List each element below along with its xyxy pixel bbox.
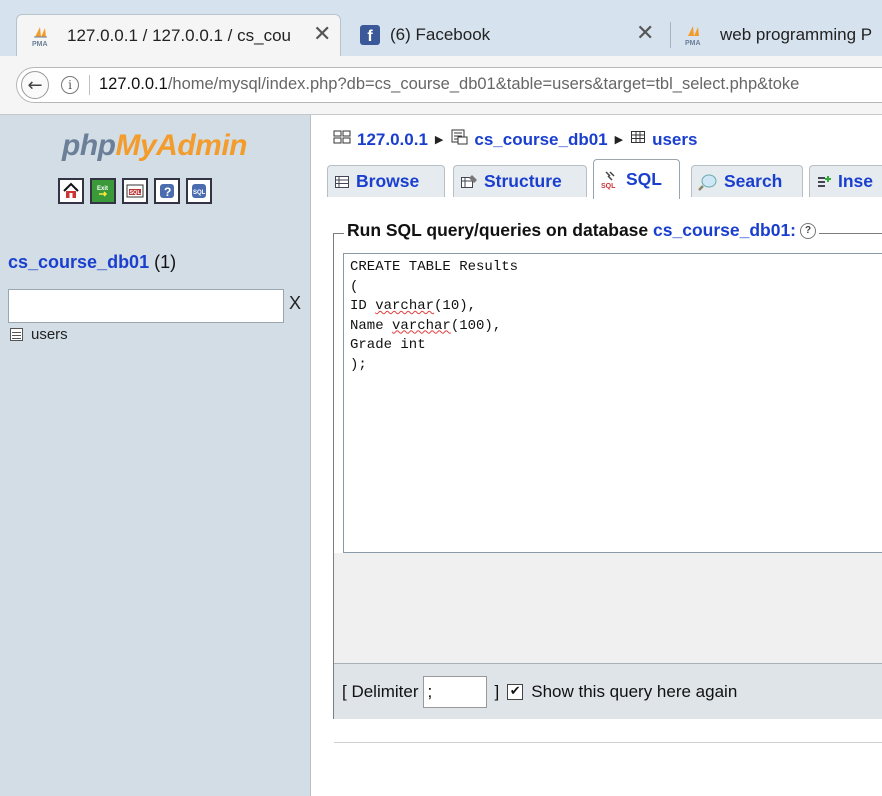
sql-query-legend: Run SQL query/queries on database cs_cou… xyxy=(344,220,820,241)
tab-title: (6) Facebook xyxy=(390,25,491,44)
spellcheck-word: varchar xyxy=(375,298,435,314)
navigation-bar: ← i 127.0.0.1/home/mysql/index.php?db=cs… xyxy=(0,56,882,115)
phpmyadmin-logo[interactable]: phpMyAdmin xyxy=(62,129,247,163)
browser-tab-facebook[interactable]: f (6) Facebook ✕ xyxy=(346,14,666,56)
quick-links: Exit SQL ? SQL xyxy=(58,178,212,204)
tab-insert[interactable]: Inse xyxy=(809,165,882,197)
tab-browse[interactable]: Browse xyxy=(327,165,445,197)
tab-sql[interactable]: SQL SQL xyxy=(593,159,680,199)
legend-database-link[interactable]: cs_course_db01: xyxy=(653,220,796,240)
sidebar-item-users[interactable]: users xyxy=(10,326,68,343)
svg-text:PMA: PMA xyxy=(685,40,701,46)
svg-text:Exit: Exit xyxy=(97,186,108,192)
sql-icon: SQL xyxy=(600,170,620,190)
svg-text:SQL: SQL xyxy=(130,190,142,196)
tab-title: web programming P xyxy=(720,25,873,44)
svg-text:PMA: PMA xyxy=(32,41,48,47)
help-icon[interactable]: ? xyxy=(800,223,817,240)
search-icon xyxy=(698,173,718,191)
tab-separator xyxy=(670,22,671,48)
insert-icon xyxy=(816,174,832,190)
show-query-label: Show this query here again xyxy=(531,681,738,701)
structure-icon xyxy=(460,174,478,190)
back-arrow-icon[interactable]: ← xyxy=(21,71,49,99)
svg-text:SQL: SQL xyxy=(601,183,616,190)
docs-icon[interactable]: ? xyxy=(154,178,180,204)
query-toolbar: [ Delimiter ] ✔ Show this query here aga… xyxy=(334,663,882,719)
table-tabs: Browse Structure SQL SQL Search Inse xyxy=(327,159,882,199)
database-link[interactable]: cs_course_db01 (1) xyxy=(8,252,176,273)
breadcrumb: 127.0.0.1 ▶ cs_course_db01 ▶ users xyxy=(333,129,697,150)
breadcrumb-arrow-icon: ▶ xyxy=(434,134,444,146)
sql-query-textarea[interactable]: CREATE TABLE Results ( ID varchar(10), N… xyxy=(343,253,882,553)
spellcheck-word: varchar xyxy=(392,317,451,334)
info-icon[interactable]: i xyxy=(61,76,79,94)
table-filter-input[interactable] xyxy=(8,289,284,323)
divider xyxy=(334,742,882,743)
delimiter-label: [ Delimiter xyxy=(342,681,419,701)
close-icon[interactable]: ✕ xyxy=(313,24,331,46)
tab-structure[interactable]: Structure xyxy=(453,165,587,197)
table-icon xyxy=(10,328,23,341)
svg-text:SQL: SQL xyxy=(193,190,206,196)
navigation-frame: phpMyAdmin Exit SQL ? SQL cs_course_db01… xyxy=(0,115,311,796)
url-host: 127.0.0.1 xyxy=(99,75,168,93)
browse-icon xyxy=(334,174,350,190)
main-frame: 127.0.0.1 ▶ cs_course_db01 ▶ users Brows… xyxy=(311,115,882,796)
sql-docs-icon[interactable]: SQL xyxy=(186,178,212,204)
svg-text:?: ? xyxy=(164,185,171,199)
close-icon[interactable]: ✕ xyxy=(636,23,654,45)
tab-title: 127.0.0.1 / 127.0.0.1 / cs_cou xyxy=(67,25,291,45)
tab-search[interactable]: Search xyxy=(691,165,803,197)
sql-query-icon[interactable]: SQL xyxy=(122,178,148,204)
facebook-icon: f xyxy=(360,25,380,45)
breadcrumb-server[interactable]: 127.0.0.1 xyxy=(357,130,428,150)
breadcrumb-arrow-icon: ▶ xyxy=(614,134,624,146)
url-text[interactable]: 127.0.0.1/home/mysql/index.php?db=cs_cou… xyxy=(99,75,879,94)
phpmyadmin-favicon: PMA xyxy=(31,25,55,48)
browser-tab-phpmyadmin[interactable]: PMA 127.0.0.1 / 127.0.0.1 / cs_cou ✕ xyxy=(16,14,341,56)
show-query-checkbox[interactable]: ✔ xyxy=(507,683,524,700)
browser-tab-strip: PMA 127.0.0.1 / 127.0.0.1 / cs_cou ✕ f (… xyxy=(0,0,882,56)
phpmyadmin-favicon: PMA xyxy=(684,24,708,47)
delimiter-input[interactable] xyxy=(422,675,487,708)
query-options-area xyxy=(334,553,882,663)
clear-filter-button[interactable]: X xyxy=(289,293,301,314)
breadcrumb-table[interactable]: users xyxy=(652,130,697,150)
home-icon[interactable] xyxy=(58,178,84,204)
breadcrumb-database[interactable]: cs_course_db01 xyxy=(474,130,607,150)
sidebar-item-label: users xyxy=(31,326,68,343)
delimiter-label-close: ] xyxy=(494,681,500,701)
server-icon xyxy=(333,129,351,150)
url-path: /home/mysql/index.php?db=cs_course_db01&… xyxy=(167,75,800,93)
database-icon xyxy=(450,129,468,150)
address-bar[interactable]: ← i 127.0.0.1/home/mysql/index.php?db=cs… xyxy=(16,67,882,103)
browser-tab-web-programming[interactable]: PMA web programming P xyxy=(670,14,882,56)
exit-icon[interactable]: Exit xyxy=(90,178,116,204)
table-icon xyxy=(630,129,646,150)
url-separator xyxy=(89,75,90,95)
